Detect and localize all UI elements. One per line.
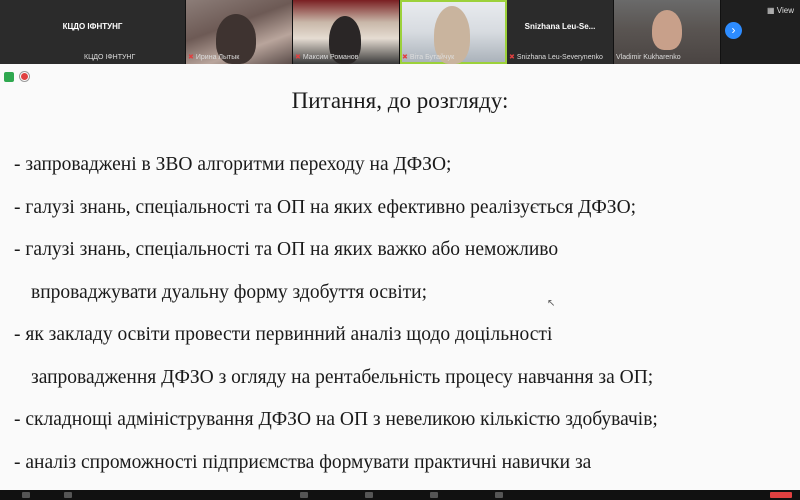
participant-caption: ✖ Ирина Лытык [188, 54, 240, 61]
participant-name-center: КЦДО ІФНТУНГ [62, 22, 123, 31]
meeting-toolbar [0, 490, 800, 500]
participant-tile-active-speaker[interactable]: ✖ Віта Бутайчук [400, 0, 507, 64]
view-button[interactable]: ▦ View [767, 6, 794, 15]
participant-strip: КЦДО ІФНТУНГ КЦДО ІФНТУНГ ✖ Ирина Лытык ✖… [0, 0, 800, 64]
participant-caption: ✖ Віта Бутайчук [402, 54, 455, 61]
participant-tile[interactable]: ✖ Максим Романов [293, 0, 400, 64]
slide-line: - як закладу освіти провести первинний а… [14, 324, 553, 345]
record-icon [20, 72, 29, 82]
participant-video [652, 10, 682, 50]
chevron-right-icon[interactable]: › [725, 22, 742, 39]
slide-line: - складнощі адміністрування ДФЗО на ОП з… [14, 409, 658, 430]
slide-line: - аналіз спроможності підприємства форму… [14, 451, 592, 473]
slide-line: запровадження ДФЗО з огляду на рентабель… [31, 366, 654, 388]
chat-icon[interactable] [365, 492, 373, 498]
participant-tile[interactable]: ✖ Ирина Лытык [186, 0, 293, 64]
end-meeting-button[interactable] [770, 492, 792, 498]
participant-caption: Vladimir Kukharenko [616, 54, 681, 61]
mic-icon[interactable] [22, 492, 30, 498]
slide-title: Питання, до розгляду: [291, 88, 509, 113]
mic-off-icon: ✖ [509, 54, 515, 61]
share-screen-icon[interactable] [430, 492, 438, 498]
shared-screen: Питання, до розгляду: - запроваджені в З… [0, 64, 800, 490]
participant-caption: ✖ Snizhana Leu-Severynenko [509, 54, 603, 61]
mic-off-icon: ✖ [295, 54, 301, 61]
participant-name-center: Snizhana Leu-Se... [524, 22, 596, 31]
slide-bullet-list: - запроваджені в ЗВО алгоритми переходу … [14, 144, 658, 484]
shield-icon[interactable] [4, 71, 14, 82]
video-icon[interactable] [64, 492, 72, 498]
slide-line: - галузі знань, спеціальності та ОП на я… [14, 239, 559, 260]
slide-line: впроваджувати дуальну форму здобуття осв… [31, 281, 428, 303]
mic-off-icon: ✖ [402, 54, 408, 61]
record-button-icon[interactable] [495, 492, 503, 498]
view-icon: ▦ [767, 6, 775, 15]
meeting-status-icons [4, 68, 29, 86]
participant-tile[interactable]: Snizhana Leu-Se... ✖ Snizhana Leu-Severyn… [507, 0, 614, 64]
participant-tile[interactable]: Vladimir Kukharenko [614, 0, 721, 64]
mic-off-icon: ✖ [188, 54, 194, 61]
participant-tile[interactable]: КЦДО ІФНТУНГ КЦДО ІФНТУНГ [0, 0, 186, 64]
slide-line: - запроваджені в ЗВО алгоритми переходу … [14, 154, 452, 175]
participant-caption: КЦДО ІФНТУНГ [84, 54, 136, 61]
participant-caption: ✖ Максим Романов [295, 54, 359, 61]
participants-icon[interactable] [300, 492, 308, 498]
slide-line: - галузі знань, спеціальності та ОП на я… [14, 196, 637, 218]
mouse-cursor-icon: ↖ [547, 298, 556, 309]
